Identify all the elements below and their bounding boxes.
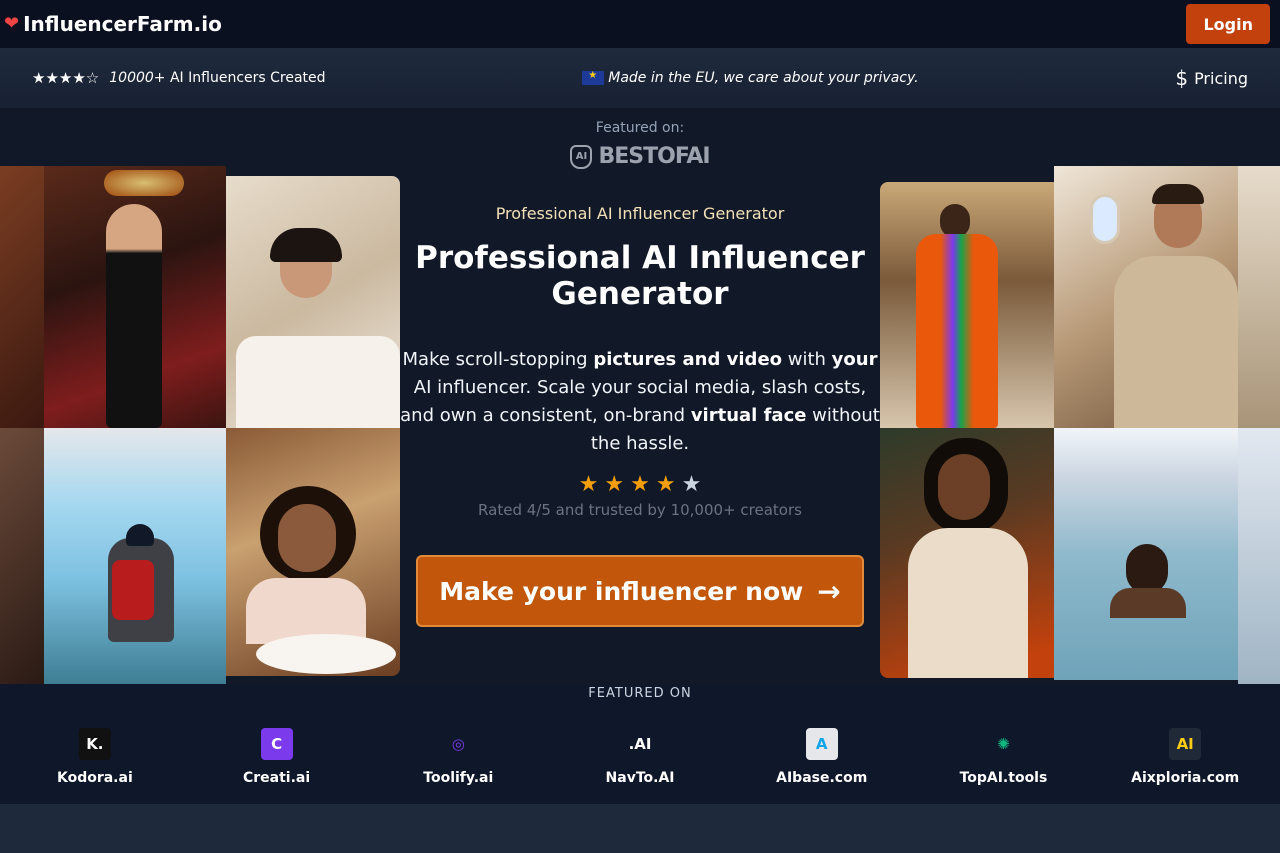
collage-image-hotel-lobby xyxy=(0,166,44,428)
eu-flag-icon xyxy=(582,70,605,85)
creati-logo-icon: C xyxy=(260,728,293,760)
featured-item-name: Kodora.ai xyxy=(56,770,133,786)
privacy-notice: Made in the EU, we care about your priva… xyxy=(582,70,919,86)
privacy-text: Made in the EU, we care about your priva… xyxy=(608,70,919,86)
hero-description: Make scroll-stopping pictures and video … xyxy=(400,349,880,454)
bestofai-wordmark: BESTOFAI xyxy=(598,144,710,169)
featured-on-title: FEATURED ON xyxy=(588,686,692,701)
influencer-count: 10000+ AI Influencers Created xyxy=(109,70,326,86)
dollar-icon: $ xyxy=(1175,66,1189,90)
login-button[interactable]: Login xyxy=(1186,4,1270,44)
make-influencer-button[interactable]: Make your influencer now → xyxy=(416,555,864,627)
heart-icon: ❤ xyxy=(4,13,20,34)
featured-item-name: Aixploria.com xyxy=(1131,770,1240,786)
featured-item-name: NavTo.AI xyxy=(605,770,675,786)
featured-on-label: Featured on: xyxy=(595,120,685,136)
rating-stars-icon: ★★★★☆ xyxy=(32,69,100,87)
topai-logo-icon: ✺ xyxy=(987,728,1020,760)
collage-image-woman-hot-spring xyxy=(1054,428,1238,680)
featured-item-name: Creati.ai xyxy=(242,770,311,786)
collage-image-woman-orange-coat xyxy=(880,182,1054,428)
star-filled-icon: ★ xyxy=(578,472,599,497)
collage-image-woman-dinner xyxy=(226,428,400,676)
brand-link[interactable]: ❤ InfluencerFarm.io xyxy=(4,12,222,36)
creation-stats: ★★★★☆ 10000+ AI Influencers Created xyxy=(32,69,326,87)
star-filled-icon: ★ xyxy=(655,472,676,497)
featured-item[interactable]: AI Aixploria.com xyxy=(1094,728,1276,786)
featured-item-name: Toolify.ai xyxy=(423,770,494,786)
hero-section: Featured on: AI BESTOFAI Professional AI… xyxy=(0,108,1280,684)
featured-item[interactable]: C Creati.ai xyxy=(186,728,368,786)
star-filled-icon: ★ xyxy=(604,472,625,497)
featured-item[interactable]: K. Kodora.ai xyxy=(4,728,186,786)
bestofai-badge-icon: AI xyxy=(570,144,593,169)
featured-item[interactable]: .AI NavTo.AI xyxy=(549,728,731,786)
right-image-collage xyxy=(880,166,1280,684)
star-filled-icon: ★ xyxy=(630,472,650,497)
pricing-link[interactable]: $ Pricing xyxy=(1175,66,1248,90)
aixploria-logo-icon: AI xyxy=(1169,728,1202,760)
featured-item[interactable]: ◎ Toolify.ai xyxy=(367,728,549,786)
collage-image-woman-black-dress xyxy=(44,166,226,428)
top-nav: ❤ InfluencerFarm.io Login xyxy=(0,0,1280,48)
collage-image-snow-right-edge xyxy=(1238,428,1280,684)
collage-image-woman-bed xyxy=(226,176,400,428)
kodora-logo-icon: K. xyxy=(78,728,111,760)
featured-on-section: FEATURED ON K. Kodora.ai C Creati.ai ◎ T… xyxy=(0,684,1280,804)
featured-item[interactable]: A AIbase.com xyxy=(731,728,913,786)
featured-item[interactable]: ✺ TopAI.tools xyxy=(913,728,1095,786)
pricing-label: Pricing xyxy=(1194,68,1248,88)
toolify-logo-icon: ◎ xyxy=(442,728,475,760)
arrow-right-icon: → xyxy=(817,574,841,608)
page-bottom-area xyxy=(0,804,1280,853)
aibase-logo-icon: A xyxy=(805,728,838,760)
hero-subtitle: Professional AI Influencer Generator xyxy=(495,204,785,223)
cta-label: Make your influencer now xyxy=(439,576,804,606)
hero-title: Professional AI Influencer Generator xyxy=(415,240,865,312)
collage-image-cabin-right-edge xyxy=(1238,166,1280,428)
featured-logo-list: K. Kodora.ai C Creati.ai ◎ Toolify.ai .A… xyxy=(4,728,1276,786)
info-bar: ★★★★☆ 10000+ AI Influencers Created Made… xyxy=(0,48,1280,108)
left-image-collage xyxy=(0,166,400,684)
featured-item-name: AIbase.com xyxy=(776,770,868,786)
collage-image-woman-lace-dress xyxy=(880,428,1054,678)
featured-item-name: TopAI.tools xyxy=(959,770,1048,786)
rating-text: Rated 4/5 and trusted by 10,000+ creator… xyxy=(478,501,802,519)
star-empty-icon: ★ xyxy=(681,472,702,497)
brand-name: InfluencerFarm.io xyxy=(23,12,222,36)
collage-image-lobby-bottom xyxy=(0,428,44,684)
navto-logo-icon: .AI xyxy=(624,728,657,760)
rating-stars: ★ ★ ★ ★ ★ xyxy=(400,472,880,497)
collage-image-man-private-jet xyxy=(1054,166,1238,428)
collage-image-glacier-hiker xyxy=(44,428,226,684)
